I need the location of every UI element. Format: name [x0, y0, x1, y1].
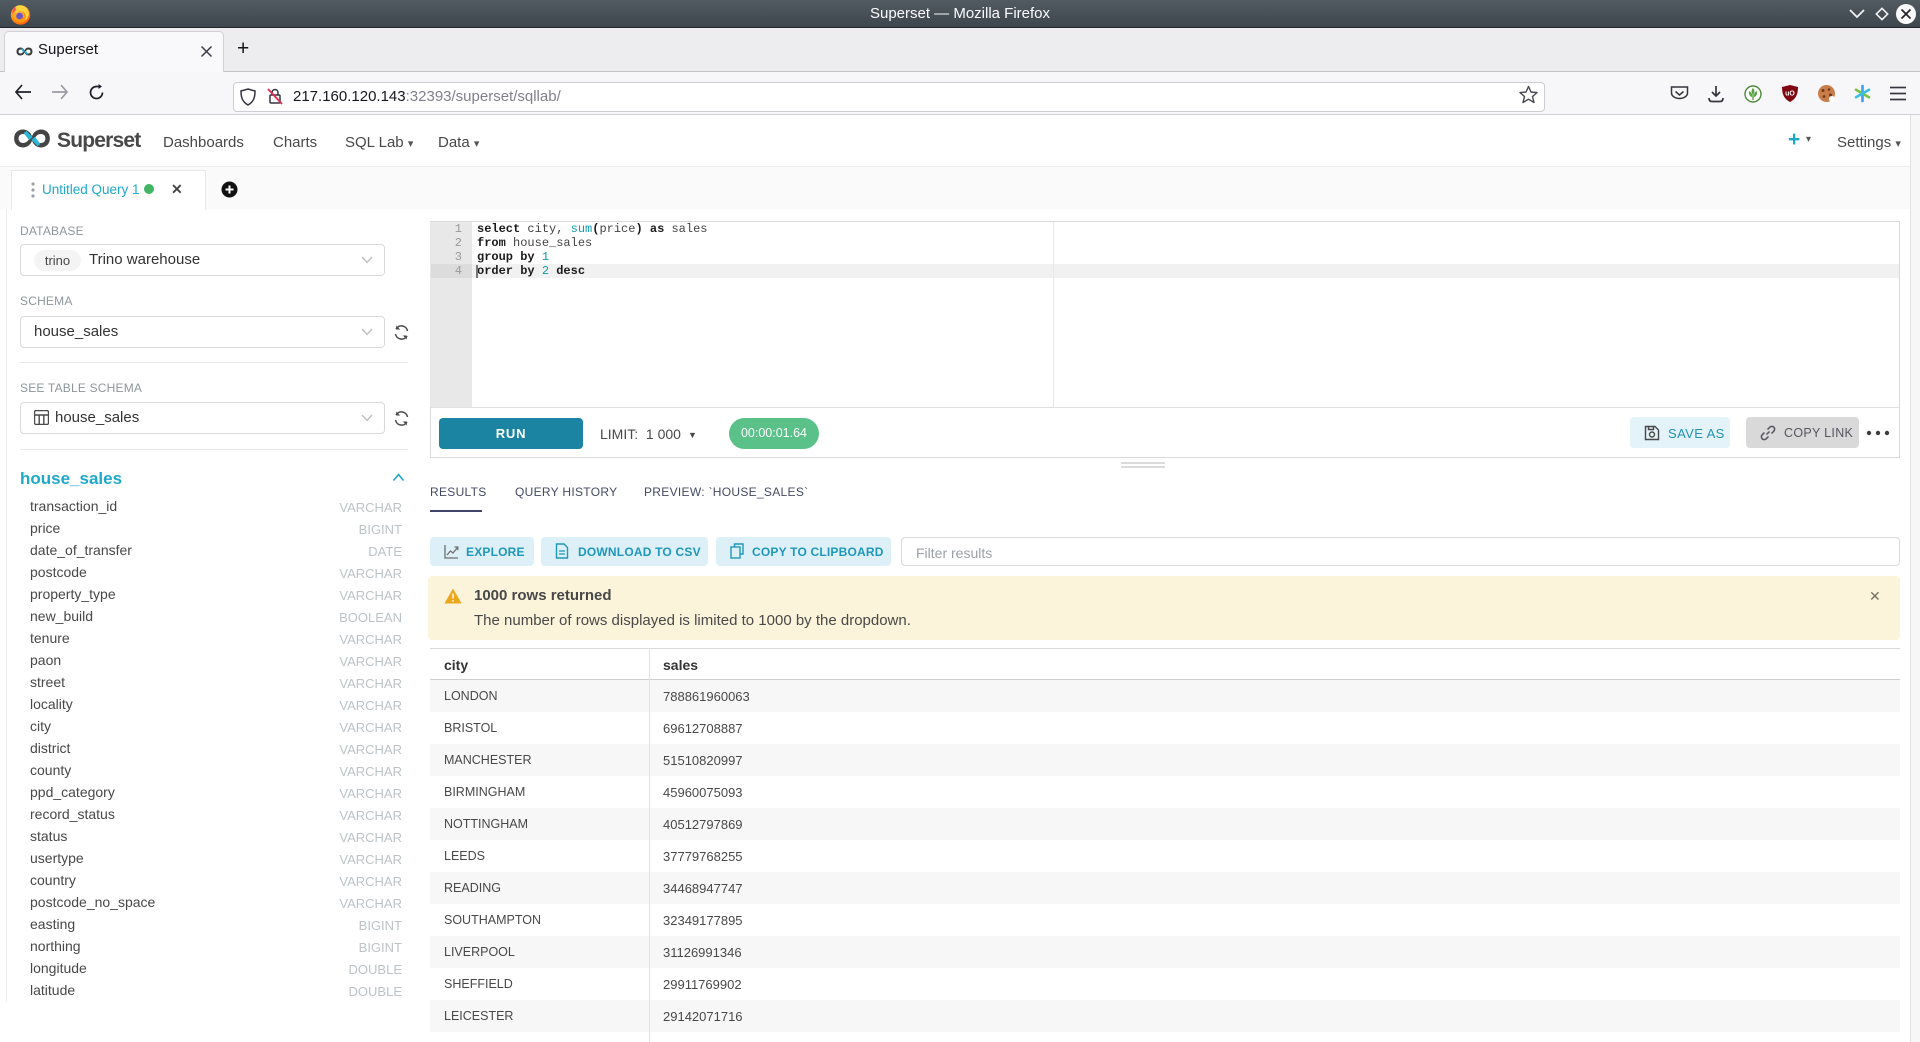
- svg-text:uO: uO: [1785, 91, 1795, 98]
